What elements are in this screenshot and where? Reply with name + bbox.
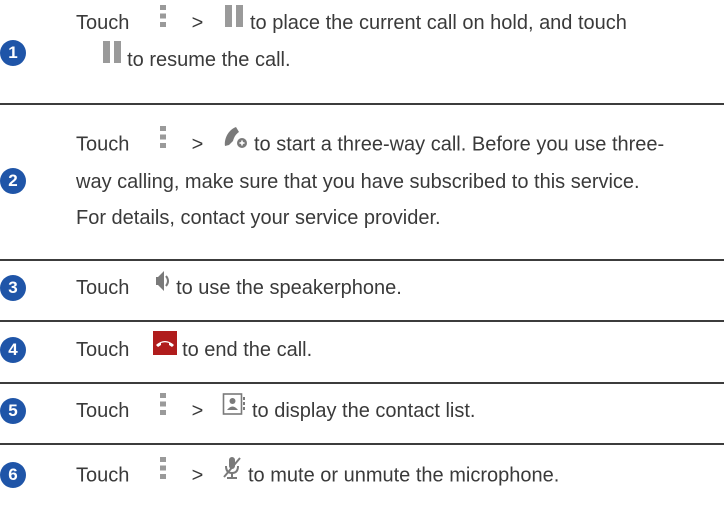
step-number-badge: 2 xyxy=(0,168,26,194)
mute-mic-icon xyxy=(222,455,242,493)
menu-icon xyxy=(159,4,167,40)
step-text-a: to display the contact list. xyxy=(252,400,476,422)
step-text-a: to use the speakerphone. xyxy=(176,277,402,299)
step-number-badge: 4 xyxy=(0,337,26,363)
separator: > xyxy=(191,133,204,156)
divider xyxy=(0,382,724,384)
step-number-badge: 5 xyxy=(0,398,26,424)
step-text-b: way calling, make sure that you have sub… xyxy=(76,171,640,193)
step-text: Touch > to place the current call on hol… xyxy=(76,4,716,78)
divider xyxy=(0,320,724,322)
step-text-a: to mute or unmute the microphone. xyxy=(248,464,560,487)
step-text-b: to resume the call. xyxy=(127,48,291,71)
step-text-a: to start a three-way call. Before you us… xyxy=(254,133,665,156)
end-call-icon xyxy=(152,330,177,367)
speaker-icon xyxy=(155,269,171,305)
divider xyxy=(0,443,724,445)
touch-word: Touch xyxy=(76,464,130,487)
add-call-icon xyxy=(222,124,248,162)
touch-word: Touch xyxy=(76,339,130,361)
menu-icon xyxy=(159,456,167,492)
step-number-badge: 3 xyxy=(0,275,26,301)
step-number-badge: 6 xyxy=(0,462,26,488)
menu-icon xyxy=(159,392,167,428)
step-text-c: For details, contact your service provid… xyxy=(76,207,441,229)
divider xyxy=(0,259,724,261)
step-text: Touch to end the call. xyxy=(76,330,716,369)
hold-icon xyxy=(102,40,122,76)
touch-word: Touch xyxy=(76,12,130,34)
touch-word: Touch xyxy=(76,277,130,299)
step-text-a: to place the current call on hold, and t… xyxy=(250,12,627,34)
menu-icon xyxy=(159,125,167,161)
step-text: Touch > to start a three-way call. Befor… xyxy=(76,126,716,236)
separator: > xyxy=(191,12,204,34)
divider xyxy=(0,103,724,105)
hold-icon xyxy=(224,4,244,40)
touch-word: Touch xyxy=(76,133,130,156)
step-text: Touch > to mute or unmute the microphone… xyxy=(76,457,716,495)
separator: > xyxy=(191,400,204,422)
step-text: Touch to use the speakerphone. xyxy=(76,270,716,307)
touch-word: Touch xyxy=(76,400,130,422)
contacts-icon xyxy=(222,392,246,428)
separator: > xyxy=(191,464,204,487)
step-number-badge: 1 xyxy=(0,40,26,66)
step-text-a: to end the call. xyxy=(182,339,313,361)
step-text: Touch > to display the contact list. xyxy=(76,392,716,430)
